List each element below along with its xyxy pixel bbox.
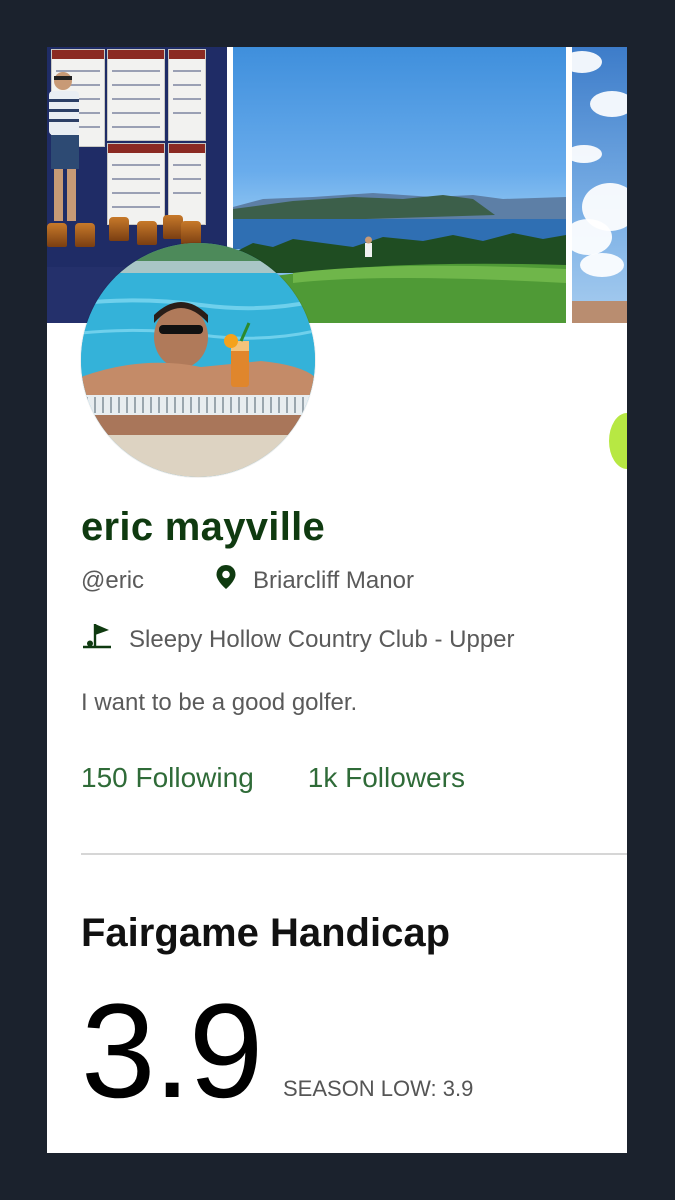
- trophy: [109, 217, 129, 241]
- follow-stats: 150 Following 1k Followers: [81, 762, 465, 794]
- profile-handle: @eric: [81, 566, 145, 594]
- leaderboard-panel: [107, 49, 165, 141]
- trophy: [47, 223, 67, 247]
- leaderboard-panel: [168, 49, 206, 141]
- trophy: [163, 215, 183, 239]
- avatar-pool-photo: [81, 243, 315, 477]
- following-link[interactable]: 150 Following: [81, 762, 254, 794]
- section-divider: [81, 853, 627, 855]
- trophy: [181, 221, 201, 245]
- profile-location: Briarcliff Manor: [253, 566, 414, 594]
- trophy: [137, 221, 157, 245]
- profile-meta-row: @eric Briarcliff Manor: [81, 564, 414, 597]
- profile-home-club[interactable]: Sleepy Hollow Country Club - Upper: [129, 626, 515, 654]
- banner-photo-sky[interactable]: [572, 47, 627, 323]
- season-low-label: SEASON LOW: 3.9: [283, 1076, 474, 1101]
- handicap-value: 3.9: [81, 977, 263, 1126]
- profile-card: eric mayville @eric Briarcliff Manor Sle…: [47, 47, 627, 1153]
- leaderboard-panel: [107, 143, 165, 225]
- profile-club-row: Sleepy Hollow Country Club - Upper: [81, 622, 515, 657]
- profile-name: eric mayville: [81, 505, 326, 549]
- followers-link[interactable]: 1k Followers: [308, 762, 465, 794]
- trophy: [75, 223, 95, 247]
- golf-flag-icon: [81, 622, 113, 657]
- profile-avatar[interactable]: [81, 243, 315, 477]
- leaderboard-panel: [168, 143, 206, 225]
- map-pin-icon: [215, 564, 237, 597]
- side-action-tab[interactable]: [609, 413, 627, 469]
- handicap-title: Fairgame Handicap: [81, 911, 451, 955]
- profile-bio: I want to be a good golfer.: [81, 689, 358, 716]
- person-standing-figure: [49, 72, 79, 221]
